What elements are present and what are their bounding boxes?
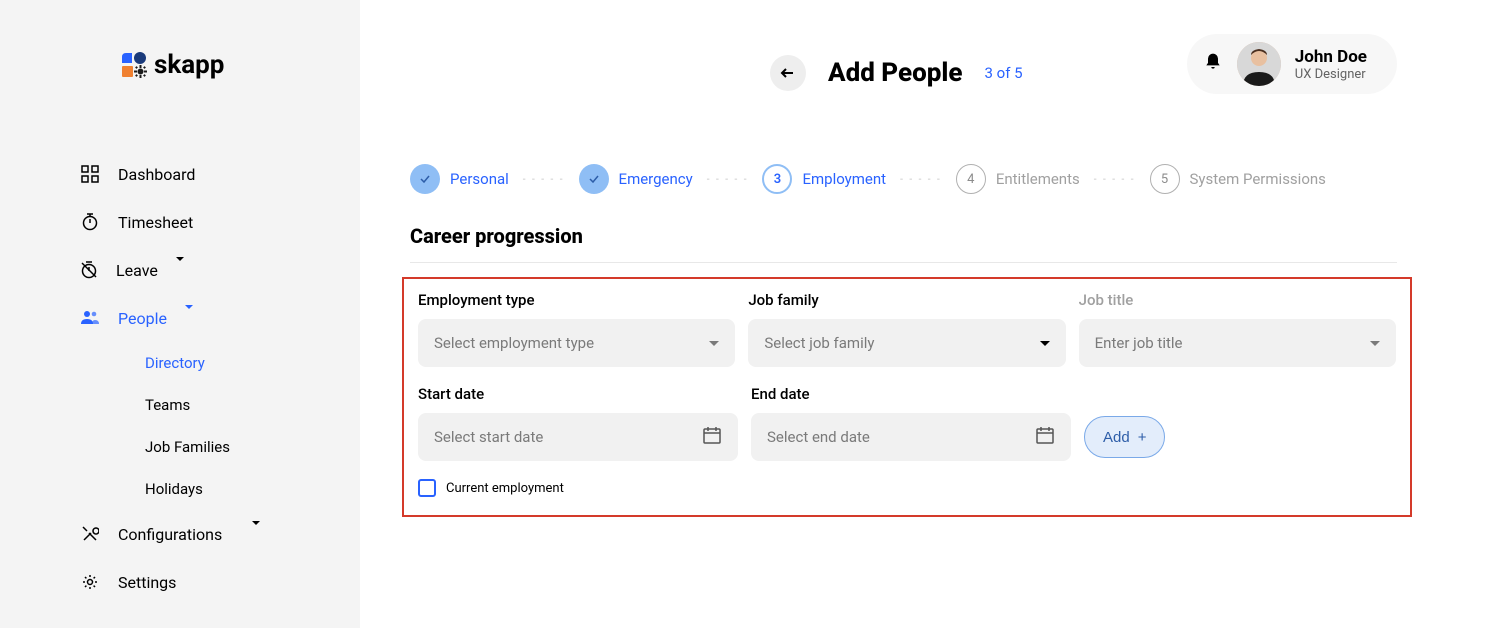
chevron-down-icon	[176, 261, 184, 280]
placeholder: Select employment type	[434, 334, 594, 352]
dashboard-icon	[80, 164, 100, 184]
user-chip[interactable]: John Doe UX Designer	[1187, 34, 1397, 94]
add-button[interactable]: Add +	[1084, 416, 1165, 458]
career-progression-form: Employment type Select employment type J…	[402, 277, 1412, 517]
sub-nav-holidays[interactable]: Holidays	[0, 468, 360, 510]
check-icon	[410, 164, 440, 194]
job-family-label: Job family	[748, 291, 1065, 309]
step-number: 3	[762, 164, 792, 194]
arrow-left-icon	[779, 64, 797, 82]
placeholder: Select end date	[767, 428, 870, 446]
nav-configurations[interactable]: Configurations	[0, 510, 360, 558]
step-label: Personal	[450, 170, 509, 188]
nav-label: Settings	[118, 573, 176, 592]
current-employment-label: Current employment	[446, 481, 564, 496]
bell-icon[interactable]	[1203, 52, 1223, 76]
step-personal[interactable]: Personal	[410, 164, 509, 194]
job-family-select[interactable]: Select job family	[748, 319, 1065, 367]
current-employment-checkbox[interactable]	[418, 479, 436, 497]
job-family-group: Job family Select job family	[748, 291, 1065, 367]
logo-icon	[120, 51, 148, 79]
employment-type-label: Employment type	[418, 291, 735, 309]
gear-icon	[80, 572, 100, 592]
sidebar: skapp Dashboard Timesheet	[0, 0, 360, 628]
step-connector: - - - - -	[900, 174, 942, 185]
stepper: Personal - - - - - Emergency - - - - - 3…	[360, 124, 1512, 194]
end-date-label: End date	[751, 385, 1071, 403]
step-label: Employment	[802, 170, 886, 188]
step-number: 4	[956, 164, 986, 194]
avatar	[1237, 42, 1281, 86]
nav-label: Configurations	[118, 525, 222, 544]
calendar-icon	[1035, 425, 1055, 449]
page-title: Add People	[828, 58, 963, 88]
nav-list: Dashboard Timesheet Leave	[0, 150, 360, 606]
divider	[410, 262, 1397, 263]
step-number: 5	[1150, 164, 1180, 194]
back-button[interactable]	[770, 55, 806, 91]
nav-label: Leave	[116, 261, 158, 280]
chevron-down-icon	[1370, 341, 1380, 346]
section-title: Career progression	[360, 194, 1512, 262]
step-connector: - - - - -	[523, 174, 565, 185]
check-icon	[579, 164, 609, 194]
brand-name: skapp	[154, 50, 224, 80]
end-date-group: End date Select end date	[751, 385, 1071, 461]
job-title-select[interactable]: Enter job title	[1079, 319, 1396, 367]
add-button-label: Add	[1103, 429, 1130, 446]
main-content: John Doe UX Designer Add People 3 of 5 P…	[360, 0, 1512, 628]
form-row-2: Start date Select start date End date Se…	[418, 385, 1396, 461]
sub-nav-directory[interactable]: Directory	[0, 342, 360, 384]
start-date-input[interactable]: Select start date	[418, 413, 738, 461]
sub-nav-job-families[interactable]: Job Families	[0, 426, 360, 468]
chevron-down-icon	[252, 525, 260, 544]
step-connector: - - - - -	[1094, 174, 1136, 185]
step-connector: - - - - -	[707, 174, 749, 185]
start-date-group: Start date Select start date	[418, 385, 738, 461]
nav-people[interactable]: People	[0, 294, 360, 342]
step-indicator: 3 of 5	[985, 64, 1023, 82]
nav-settings[interactable]: Settings	[0, 558, 360, 606]
start-date-label: Start date	[418, 385, 738, 403]
placeholder: Select job family	[764, 334, 874, 352]
placeholder: Enter job title	[1095, 334, 1183, 352]
step-label: System Permissions	[1190, 170, 1326, 188]
step-emergency[interactable]: Emergency	[579, 164, 693, 194]
step-system-permissions[interactable]: 5 System Permissions	[1150, 164, 1326, 194]
chevron-down-icon	[185, 309, 193, 328]
end-date-input[interactable]: Select end date	[751, 413, 1071, 461]
step-label: Entitlements	[996, 170, 1080, 188]
nav-timesheet[interactable]: Timesheet	[0, 198, 360, 246]
nav-label: Timesheet	[118, 213, 193, 232]
job-title-group: Job title Enter job title	[1079, 291, 1396, 367]
calendar-icon	[702, 425, 722, 449]
chevron-down-icon	[1040, 341, 1050, 346]
placeholder: Select start date	[434, 428, 543, 446]
leave-icon	[80, 260, 98, 280]
employment-type-group: Employment type Select employment type	[418, 291, 735, 367]
form-row-1: Employment type Select employment type J…	[418, 291, 1396, 367]
job-title-label: Job title	[1079, 291, 1396, 309]
nav-leave[interactable]: Leave	[0, 246, 360, 294]
user-role: UX Designer	[1295, 67, 1367, 82]
sub-nav-teams[interactable]: Teams	[0, 384, 360, 426]
nav-dashboard[interactable]: Dashboard	[0, 150, 360, 198]
stopwatch-icon	[80, 212, 100, 232]
user-info: John Doe UX Designer	[1295, 47, 1367, 82]
people-icon	[80, 308, 100, 328]
tools-icon	[80, 524, 100, 544]
employment-type-select[interactable]: Select employment type	[418, 319, 735, 367]
current-employment-row: Current employment	[418, 479, 1396, 497]
nav-label: Dashboard	[118, 165, 195, 184]
step-label: Emergency	[619, 170, 693, 188]
chevron-down-icon	[709, 341, 719, 346]
user-name: John Doe	[1295, 47, 1367, 67]
page-header: Add People 3 of 5	[360, 0, 1023, 91]
step-entitlements[interactable]: 4 Entitlements	[956, 164, 1080, 194]
plus-icon: +	[1138, 429, 1147, 446]
brand-logo: skapp	[0, 50, 360, 80]
nav-label: People	[118, 309, 167, 328]
people-sub-nav: Directory Teams Job Families Holidays	[0, 342, 360, 510]
step-employment[interactable]: 3 Employment	[762, 164, 886, 194]
